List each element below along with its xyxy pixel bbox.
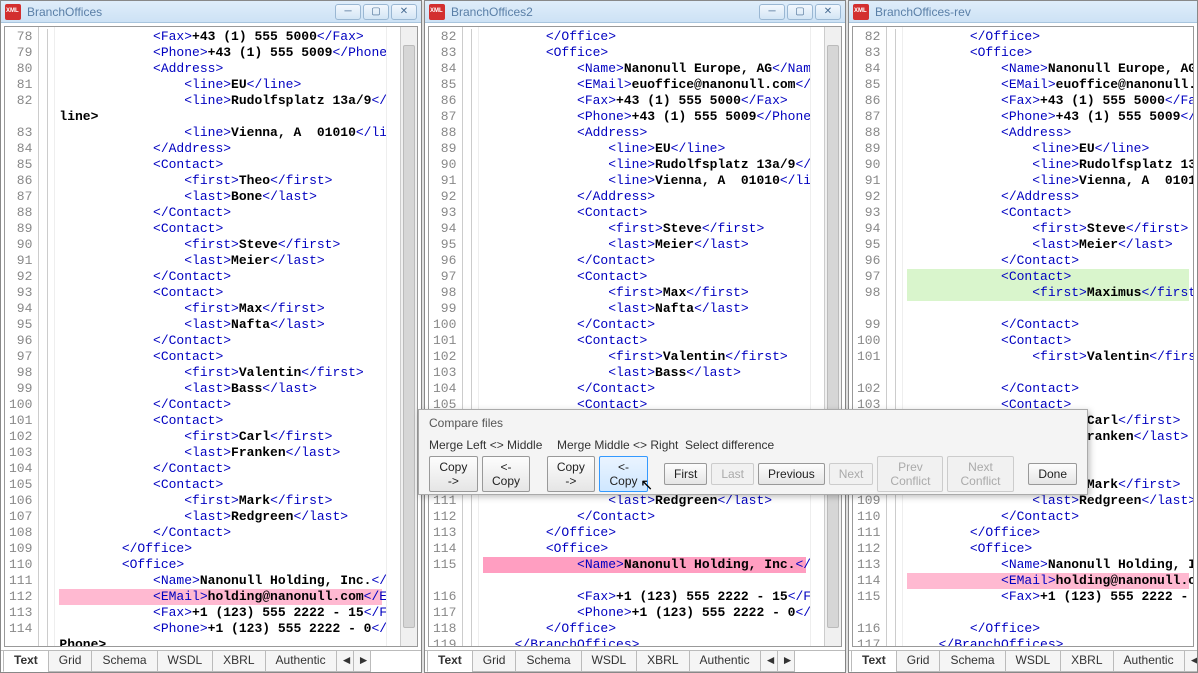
tab-xbrl[interactable]: XBRL <box>636 651 689 672</box>
tab-wsdl[interactable]: WSDL <box>1005 651 1062 672</box>
code-area[interactable]: <Fax>+43 (1) 555 5000</Fax> <Phone>+43 (… <box>55 27 386 646</box>
maximize-button[interactable]: ▢ <box>363 4 389 20</box>
line-gutter: 7879808182838485868788899091929394959697… <box>5 27 39 646</box>
panel-middle: BranchOffices2 ─ ▢ ✕ 8283848586878889909… <box>424 0 846 673</box>
tab-wsdl[interactable]: WSDL <box>581 651 638 672</box>
vertical-scrollbar[interactable] <box>400 27 417 646</box>
diff-overview-bar[interactable] <box>386 27 400 646</box>
close-button[interactable]: ✕ <box>815 4 841 20</box>
panel-left: BranchOffices ─ ▢ ✕ 78798081828384858687… <box>0 0 422 673</box>
first-button[interactable]: First <box>664 463 707 485</box>
code-area[interactable]: </Office> <Office> <Name>Nanonull Europe… <box>479 27 810 646</box>
tab-grid[interactable]: Grid <box>48 651 93 672</box>
close-button[interactable]: ✕ <box>391 4 417 20</box>
next-conflict-button[interactable]: Next Conflict <box>947 456 1013 492</box>
prev-conflict-button[interactable]: Prev Conflict <box>877 456 943 492</box>
tab-authentic[interactable]: Authentic <box>689 651 761 672</box>
tab-authentic[interactable]: Authentic <box>1113 651 1185 672</box>
tab-scroll-left[interactable]: ◄ <box>760 651 778 672</box>
panel-title-right: BranchOffices-rev <box>875 5 1193 19</box>
code-area[interactable]: </Office> <Office> <Name>Nanonull Europe… <box>903 27 1193 646</box>
done-button[interactable]: Done <box>1028 463 1077 485</box>
tab-xbrl[interactable]: XBRL <box>212 651 265 672</box>
compare-files-dialog[interactable]: Compare files Merge Left <> Middle Merge… <box>418 409 1088 495</box>
panel-right: BranchOffices-rev 8283848586878889909192… <box>848 0 1198 673</box>
fold-strip[interactable] <box>463 27 479 646</box>
tab-grid[interactable]: Grid <box>472 651 517 672</box>
tab-text[interactable]: Text <box>851 651 897 672</box>
editor-right[interactable]: 8283848586878889909192939495969798991001… <box>852 26 1194 647</box>
line-gutter: 8283848586878889909192939495969798991001… <box>429 27 463 646</box>
minimize-button[interactable]: ─ <box>759 4 785 20</box>
vertical-scrollbar[interactable] <box>824 27 841 646</box>
copy-right-2-button[interactable]: Copy -> <box>547 456 596 492</box>
panel-title-left: BranchOffices <box>27 5 335 19</box>
group-merge-left-middle: Merge Left <> Middle <box>429 438 557 452</box>
tab-wsdl[interactable]: WSDL <box>157 651 214 672</box>
tab-scroll-right[interactable]: ► <box>777 651 795 672</box>
view-tabs: TextGridSchemaWSDLXBRLAuthentic◄► <box>849 650 1197 672</box>
titlebar-right[interactable]: BranchOffices-rev <box>849 1 1197 23</box>
editor-left[interactable]: 7879808182838485868788899091929394959697… <box>4 26 418 647</box>
editor-middle[interactable]: 8283848586878889909192939495969798991001… <box>428 26 842 647</box>
tab-schema[interactable]: Schema <box>939 651 1005 672</box>
copy-right-1-button[interactable]: Copy -> <box>429 456 478 492</box>
maximize-button[interactable]: ▢ <box>787 4 813 20</box>
line-gutter: 8283848586878889909192939495969798991001… <box>853 27 887 646</box>
group-merge-middle-right: Merge Middle <> Right <box>557 438 685 452</box>
xml-icon <box>429 4 445 20</box>
copy-left-2-button[interactable]: <- Copy <box>599 456 648 492</box>
tab-grid[interactable]: Grid <box>896 651 941 672</box>
view-tabs: TextGridSchemaWSDLXBRLAuthentic◄► <box>425 650 845 672</box>
dialog-title: Compare files <box>429 416 1077 430</box>
tab-scroll-left[interactable]: ◄ <box>336 651 354 672</box>
previous-button[interactable]: Previous <box>758 463 825 485</box>
titlebar-left[interactable]: BranchOffices ─ ▢ ✕ <box>1 1 421 23</box>
xml-icon <box>5 4 21 20</box>
fold-strip[interactable] <box>39 27 55 646</box>
last-button[interactable]: Last <box>711 463 754 485</box>
panel-title-middle: BranchOffices2 <box>451 5 759 19</box>
tab-xbrl[interactable]: XBRL <box>1060 651 1113 672</box>
titlebar-middle[interactable]: BranchOffices2 ─ ▢ ✕ <box>425 1 845 23</box>
tab-text[interactable]: Text <box>3 651 49 672</box>
xml-icon <box>853 4 869 20</box>
tab-authentic[interactable]: Authentic <box>265 651 337 672</box>
fold-strip[interactable] <box>887 27 903 646</box>
diff-overview-bar[interactable] <box>810 27 824 646</box>
tab-schema[interactable]: Schema <box>515 651 581 672</box>
tab-scroll-left[interactable]: ◄ <box>1184 651 1197 672</box>
tab-text[interactable]: Text <box>427 651 473 672</box>
tab-schema[interactable]: Schema <box>91 651 157 672</box>
tab-scroll-right[interactable]: ► <box>353 651 371 672</box>
minimize-button[interactable]: ─ <box>335 4 361 20</box>
group-select-difference: Select difference <box>685 438 774 452</box>
copy-left-1-button[interactable]: <- Copy <box>482 456 531 492</box>
next-button[interactable]: Next <box>829 463 874 485</box>
view-tabs: TextGridSchemaWSDLXBRLAuthentic◄► <box>1 650 421 672</box>
